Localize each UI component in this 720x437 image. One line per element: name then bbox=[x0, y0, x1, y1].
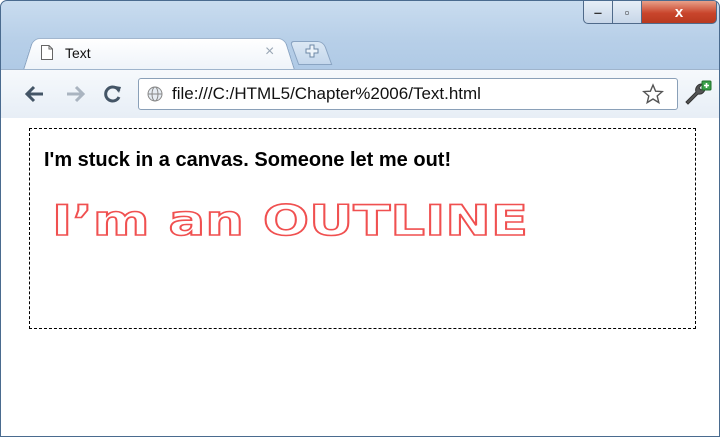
close-icon: x bbox=[674, 3, 684, 21]
minimize-icon: ‒ bbox=[594, 4, 602, 20]
tab-close-icon[interactable]: × bbox=[265, 43, 274, 61]
star-icon[interactable] bbox=[642, 83, 664, 105]
forward-arrow-icon bbox=[67, 85, 85, 103]
reload-icon bbox=[104, 85, 121, 103]
address-bar[interactable]: file:///C:/HTML5/Chapter%2006/Text.html bbox=[138, 78, 678, 110]
back-button[interactable] bbox=[23, 82, 47, 106]
toolbar: file:///C:/HTML5/Chapter%2006/Text.html bbox=[1, 69, 719, 119]
tab-title: Text bbox=[65, 45, 91, 61]
url-text: file:///C:/HTML5/Chapter%2006/Text.html bbox=[172, 84, 481, 103]
globe-icon bbox=[147, 86, 163, 102]
wrench-icon[interactable] bbox=[682, 80, 712, 108]
canvas-filled-text: I'm stuck in a canvas. Someone let me ou… bbox=[44, 149, 452, 171]
svg-text:I’m an OUTLINE: I’m an OUTLINE bbox=[52, 196, 528, 245]
canvas-outline-text: I’m an OUTLINE bbox=[51, 195, 529, 246]
tab-shape bbox=[23, 37, 295, 70]
window-controls: ‒ ▫ x bbox=[583, 1, 717, 25]
tab-strip: Text × ‒ ▫ x bbox=[1, 1, 719, 70]
tab-text[interactable]: Text × bbox=[23, 35, 295, 70]
browser-window: Text × ‒ ▫ x file:///C:/HTML5/Chapter%20… bbox=[0, 0, 720, 437]
new-tab-icon bbox=[305, 44, 319, 58]
page-icon bbox=[41, 45, 53, 60]
forward-button[interactable] bbox=[63, 82, 87, 106]
maximize-icon: ▫ bbox=[624, 4, 630, 20]
close-button[interactable]: x bbox=[641, 1, 717, 24]
page-content: I'm stuck in a canvas. Someone let me ou… bbox=[1, 118, 719, 436]
back-arrow-icon bbox=[25, 85, 43, 103]
reload-button[interactable] bbox=[101, 82, 125, 106]
minimize-button[interactable]: ‒ bbox=[583, 1, 613, 24]
canvas: I'm stuck in a canvas. Someone let me ou… bbox=[29, 128, 696, 329]
maximize-button[interactable]: ▫ bbox=[612, 1, 642, 24]
